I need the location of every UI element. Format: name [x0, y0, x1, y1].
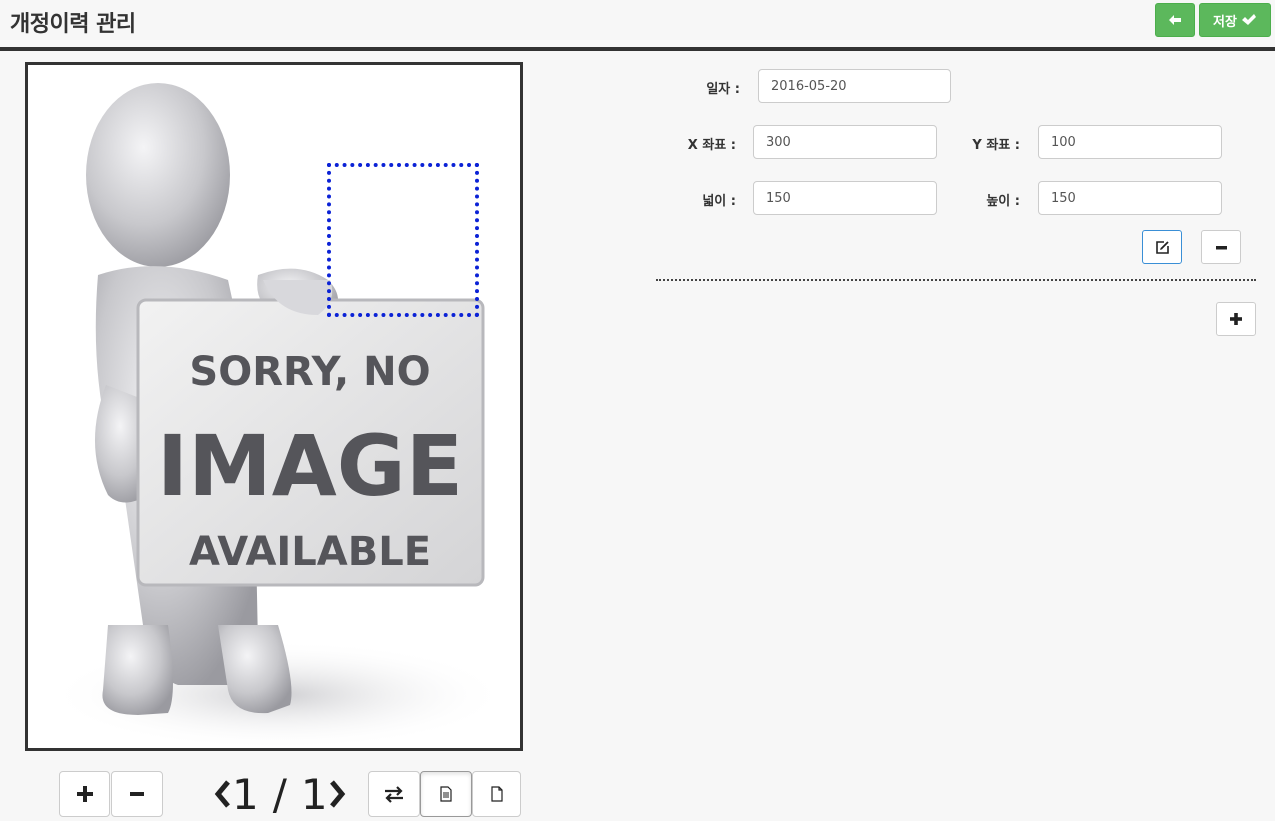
- page-current: 1: [232, 769, 259, 819]
- save-button-label: 저장: [1213, 14, 1237, 30]
- page-indicator: 1 / 1: [214, 768, 346, 820]
- swap-icon: [385, 786, 403, 803]
- document-lines-icon: [440, 786, 452, 802]
- placeholder-line-2: IMAGE: [157, 417, 463, 515]
- x-coordinate-input[interactable]: [753, 125, 937, 159]
- check-icon: [1241, 14, 1256, 25]
- width-input[interactable]: [753, 181, 937, 215]
- height-input[interactable]: [1038, 181, 1222, 215]
- page-title: 개정이력 관리: [10, 12, 136, 37]
- chevron-right-icon[interactable]: [328, 779, 346, 809]
- back-button[interactable]: [1155, 3, 1195, 37]
- arrow-left-icon: [1169, 15, 1181, 25]
- save-button[interactable]: 저장: [1199, 3, 1271, 37]
- header-divider: [0, 47, 1275, 51]
- plus-icon: [76, 786, 93, 802]
- header: 개정이력 관리 저장: [0, 0, 1275, 51]
- add-region-button[interactable]: [1216, 302, 1256, 336]
- zoom-out-button[interactable]: [111, 771, 163, 817]
- section-divider: [656, 279, 1256, 281]
- plus-icon: [1230, 313, 1242, 325]
- date-label: 일자 :: [706, 82, 740, 97]
- minus-icon: [130, 792, 144, 796]
- document-blank-icon: [490, 786, 503, 802]
- minus-icon: [1215, 245, 1227, 249]
- edit-button[interactable]: [1142, 230, 1182, 264]
- zoom-in-button[interactable]: [59, 771, 110, 817]
- chevron-left-icon[interactable]: [214, 779, 232, 809]
- date-input[interactable]: [758, 69, 951, 103]
- y-coordinate-input[interactable]: [1038, 125, 1222, 159]
- swap-button[interactable]: [368, 771, 420, 817]
- remove-region-button[interactable]: [1201, 230, 1241, 264]
- page-separator: /: [272, 769, 287, 819]
- page-total: 1: [300, 769, 328, 819]
- document-view-button[interactable]: [420, 771, 472, 817]
- edit-icon: [1155, 240, 1169, 254]
- blank-page-button[interactable]: [472, 771, 521, 817]
- placeholder-line-3: AVAILABLE: [189, 529, 431, 575]
- height-label: 높이 :: [986, 194, 1020, 209]
- y-coordinate-label: Y 좌표 :: [972, 138, 1020, 153]
- x-coordinate-label: X 좌표 :: [687, 138, 736, 153]
- selection-region[interactable]: [327, 163, 479, 317]
- width-label: 넓이 :: [702, 194, 736, 209]
- placeholder-line-1: SORRY, NO: [189, 349, 430, 395]
